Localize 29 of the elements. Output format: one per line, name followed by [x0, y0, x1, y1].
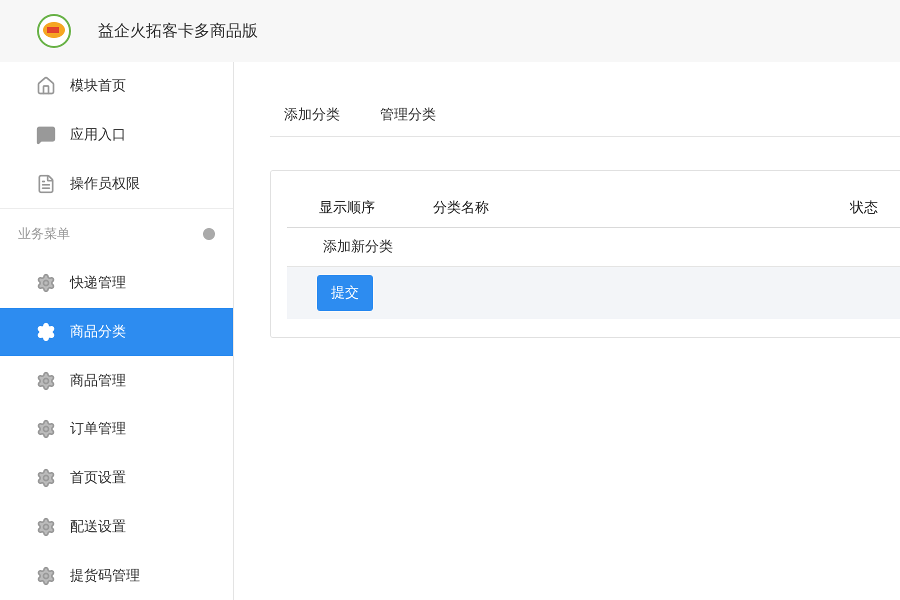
- home-icon: [36, 76, 56, 96]
- gear-icon: [36, 322, 56, 342]
- sidebar-item[interactable]: 商品管理: [0, 356, 233, 406]
- gear-icon: [36, 273, 56, 294]
- column-header: 状态: [850, 199, 879, 217]
- sidebar-item[interactable]: 配送设置: [0, 502, 233, 552]
- column-header: 分类名称: [433, 199, 490, 217]
- sidebar-item[interactable]: 模块首页: [0, 62, 233, 111]
- sidebar-item[interactable]: 应用入口: [0, 110, 233, 160]
- tab[interactable]: 管理分类: [380, 106, 436, 124]
- sidebar-item[interactable]: 首页设置: [0, 454, 233, 503]
- chat-icon: [36, 125, 56, 146]
- app-title: 益企火拓客卡多商品版: [98, 20, 258, 42]
- gear-icon: [36, 419, 56, 440]
- gear-icon: [36, 468, 56, 488]
- sidebar-item[interactable]: 操作员权限: [0, 159, 233, 208]
- sidebar-item[interactable]: 快递管理: [0, 258, 233, 308]
- section-label: 业务菜单: [18, 226, 70, 244]
- logo-icon: [36, 13, 72, 49]
- sidebar-item[interactable]: 订单管理: [0, 405, 233, 454]
- gear-icon: [36, 370, 56, 391]
- document-icon: [36, 174, 56, 194]
- column-header: 显示顺序: [319, 199, 376, 217]
- gear-icon: [36, 516, 56, 537]
- dot-icon: [203, 228, 215, 240]
- sidebar-item[interactable]: 提货码管理: [0, 551, 233, 600]
- gear-icon: [36, 566, 56, 586]
- tab[interactable]: 添加分类: [284, 106, 340, 124]
- add-category-link[interactable]: 添加新分类: [323, 239, 393, 255]
